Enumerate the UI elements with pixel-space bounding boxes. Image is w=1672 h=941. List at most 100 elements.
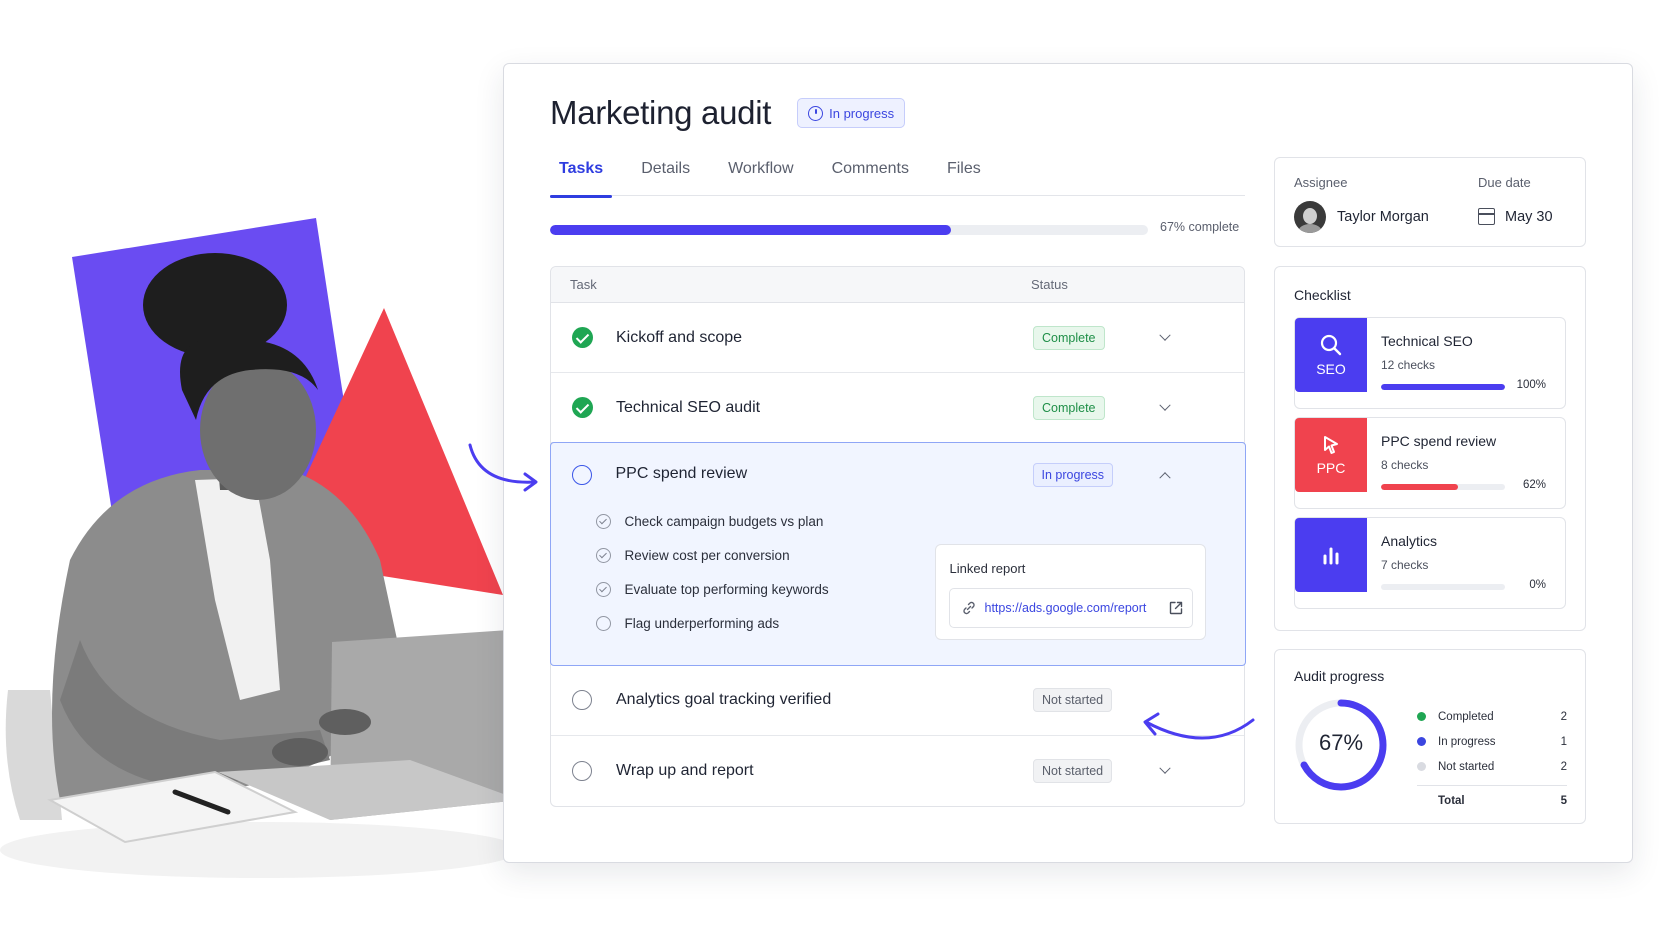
page-title: Marketing audit [550,94,772,131]
legend-row: Completed 2 [1417,704,1567,729]
status-badge-label: In progress [829,105,895,121]
checklist-progress-bar [1381,584,1505,590]
audit-progress-panel: Audit progress 67% Completed 2 In progre… [1274,649,1586,824]
overall-progress-bar [550,225,1148,235]
checklist-progress-fill [1381,484,1458,490]
tab-tasks[interactable]: Tasks [550,156,613,198]
checklist-item-name: PPC spend review [1381,433,1497,449]
status-pill: Not started [1033,758,1113,783]
bar-chart-icon [1323,547,1339,565]
status-pill: In progress [1032,462,1114,487]
audit-card: Marketing audit In progress Tasks Detail… [503,63,1633,863]
checklist-item-name: Technical SEO [1381,333,1473,349]
subtask-label: Review cost per conversion [624,548,790,563]
linked-report-panel: Linked report https://ads.google.com/rep… [934,543,1206,640]
link-icon [962,601,975,614]
chevron-down-icon[interactable] [1155,761,1175,781]
legend-total-label: Total [1438,795,1465,807]
subtask-list: Check campaign budgets vs plan Review co… [595,505,829,641]
seo-tile: SEO [1295,318,1367,392]
tab-details[interactable]: Details [641,156,690,196]
empty-circle-icon[interactable] [571,464,592,485]
tab-comments[interactable]: Comments [832,156,909,196]
curved-arrow-left-icon [1143,712,1255,740]
check-circle-icon[interactable] [572,397,593,418]
legend-count: 2 [1560,710,1567,723]
checklist-panel: Checklist SEO Technical SEO 12 checks 10… [1274,266,1586,631]
checklist-item-ppc[interactable]: PPC PPC spend review 8 checks 62% [1294,417,1566,509]
task-name: PPC spend review [615,464,748,482]
checklist-item-count: 7 checks [1381,558,1429,572]
subtask-item[interactable]: Evaluate top performing keywords [595,573,829,607]
audit-legend: Completed 2 In progress 1 Not started 2 … [1417,704,1567,810]
legend-row: In progress 1 [1417,729,1567,754]
check-circle-icon[interactable] [595,582,611,597]
column-header-status: Status [1031,277,1068,292]
tab-workflow[interactable]: Workflow [728,156,794,196]
assignee-label: Assignee [1294,175,1348,190]
table-row[interactable]: Technical SEO audit Complete [551,373,1244,443]
analytics-tile [1295,518,1367,592]
legend-total-count: 5 [1560,795,1567,807]
legend-dot [1417,737,1426,746]
checklist-item-percent: 100% [1516,379,1546,391]
subtask-item[interactable]: Review cost per conversion [595,539,829,573]
donut-percent-label: 67% [1318,730,1364,755]
overall-progress-fill [550,225,951,235]
legend-count: 2 [1560,760,1567,773]
column-header-task: Task [570,277,597,292]
checklist-item-name: Analytics [1381,533,1438,549]
table-row[interactable]: Kickoff and scope Complete [551,303,1244,373]
floor-shadow [0,822,520,878]
checklist-item-percent: 0% [1529,579,1546,591]
external-link-icon[interactable] [1168,600,1184,616]
clock-icon [808,105,824,121]
legend-row: Not started 2 [1417,754,1567,779]
empty-circle-icon[interactable] [572,690,592,710]
checklist-item-percent: 62% [1522,479,1546,491]
calendar-icon [1478,208,1495,225]
curved-arrow-right-icon [468,443,538,492]
checklist-item-analytics[interactable]: Analytics 7 checks 0% [1294,517,1566,609]
tab-files[interactable]: Files [947,156,981,196]
task-name: Kickoff and scope [616,328,743,346]
cursor-icon [1324,436,1338,454]
table-row-expanded[interactable]: PPC spend review In progress Check campa… [549,441,1246,666]
linked-report-link[interactable]: https://ads.google.com/report [948,587,1193,628]
subtask-item[interactable]: Flag underperforming ads [595,607,829,641]
task-name: Technical SEO audit [616,398,761,416]
linked-report-url[interactable]: https://ads.google.com/report [985,601,1147,615]
due-date-label: Due date [1478,175,1531,190]
assignment-panel: Assignee Due date Taylor Morgan May 30 [1274,157,1586,247]
empty-circle-icon[interactable] [595,616,611,631]
title-row: Marketing audit In progress [550,94,906,132]
check-circle-icon[interactable] [595,548,611,563]
linked-report-title: Linked report [949,560,1026,576]
checklist-item-seo[interactable]: SEO Technical SEO 12 checks 100% [1294,317,1566,409]
checklist-item-count: 8 checks [1381,458,1429,472]
check-circle-icon[interactable] [595,514,611,529]
status-pill: Complete [1033,395,1105,420]
legend-dot [1417,712,1426,721]
check-circle-icon[interactable] [572,327,593,348]
checklist-progress-bar [1381,384,1505,390]
overall-progress-label: 67% complete [1160,220,1240,234]
empty-circle-icon[interactable] [572,760,592,781]
subtask-item[interactable]: Check campaign budgets vs plan [595,505,829,539]
checklist-title: Checklist [1294,287,1351,303]
subtask-label: Check campaign budgets vs plan [624,514,824,529]
search-icon [1320,334,1342,356]
status-pill: Not started [1033,688,1113,712]
chevron-down-icon[interactable] [1155,398,1175,418]
chevron-up-icon[interactable] [1155,465,1175,485]
tile-label: SEO [1316,361,1346,377]
person-hand [319,709,371,735]
subtask-label: Evaluate top performing keywords [624,582,829,597]
assignee-name[interactable]: Taylor Morgan [1337,209,1429,225]
legend-label: In progress [1438,735,1496,748]
checklist-item-count: 12 checks [1381,358,1436,372]
task-name: Wrap up and report [616,761,754,779]
due-date-value[interactable]: May 30 [1505,209,1553,225]
chevron-down-icon[interactable] [1155,328,1175,348]
avatar[interactable] [1294,201,1326,233]
